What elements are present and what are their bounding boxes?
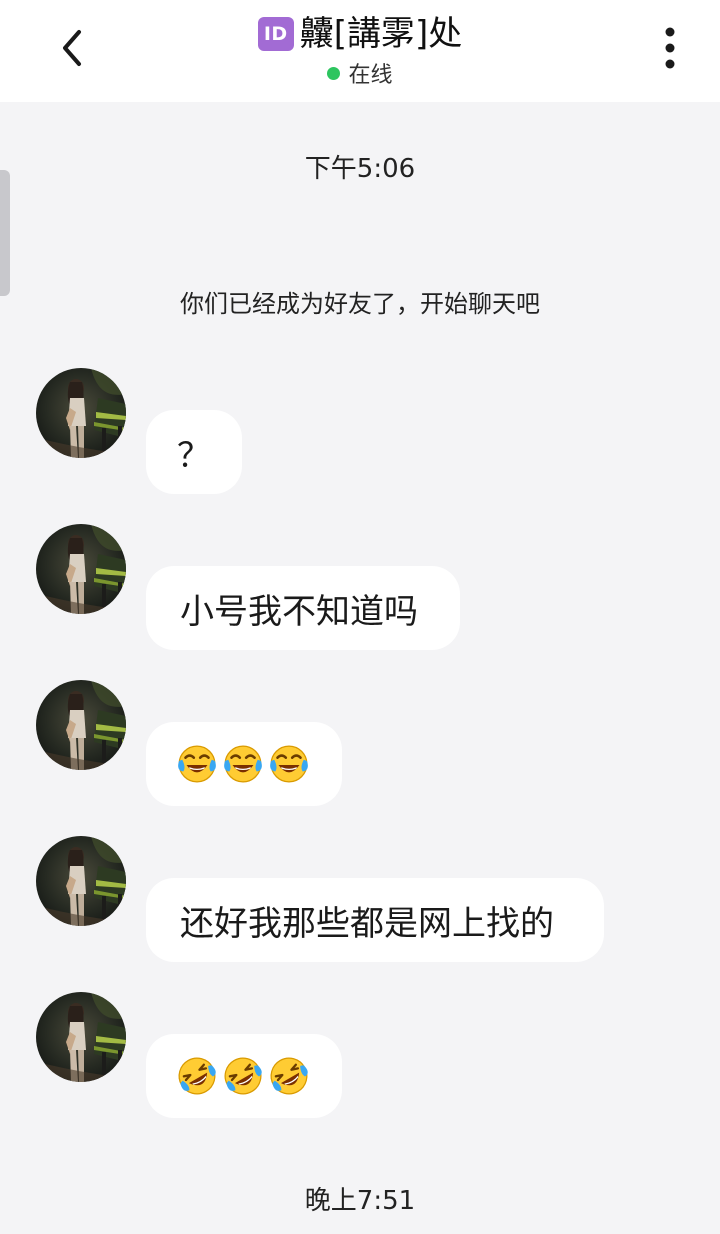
rolling-on-the-floor-laughing-icon (176, 1055, 218, 1097)
avatar-image (36, 680, 126, 770)
contact-avatar[interactable] (36, 836, 126, 926)
id-badge-icon: ID (257, 17, 294, 51)
chat-title-area[interactable]: ID 齉[講雺]处 在线 (140, 10, 580, 88)
rolling-on-the-floor-laughing-icon (268, 1055, 310, 1097)
online-status-dot-icon (327, 66, 341, 80)
face-with-tears-of-joy-icon (222, 743, 264, 785)
contact-name: 齉[講雺]处 (299, 14, 463, 54)
message-bubble[interactable] (146, 722, 342, 806)
message-bubble[interactable]: 还好我那些都是网上找的 (146, 878, 604, 962)
scroll-indicator[interactable] (0, 170, 10, 296)
back-button[interactable] (44, 18, 100, 78)
contact-avatar[interactable] (36, 992, 126, 1082)
system-message: 你们已经成为好友了，开始聊天吧 (180, 290, 540, 318)
face-with-tears-of-joy-icon (268, 743, 310, 785)
emoji-message (176, 1055, 310, 1097)
message-bubble[interactable] (146, 1034, 342, 1118)
message-bubble[interactable]: ？ (146, 410, 242, 494)
message-text: ？ (177, 435, 211, 476)
message-text: 还好我那些都是网上找的 (180, 903, 554, 944)
contact-avatar[interactable] (36, 524, 126, 614)
contact-avatar[interactable] (36, 680, 126, 770)
more-options-button[interactable] (644, 18, 696, 78)
chat-header: ID 齉[講雺]处 在线 (0, 0, 720, 102)
avatar-image (36, 524, 126, 614)
message-bubble[interactable]: 小号我不知道吗 (146, 566, 460, 650)
timestamp: 晚上7:51 (304, 1186, 416, 1216)
emoji-message (176, 743, 310, 785)
online-status-text: 在线 (348, 63, 393, 88)
chevron-left-icon (63, 30, 81, 66)
avatar-image (36, 992, 126, 1082)
avatar-image (36, 368, 126, 458)
message-text: 小号我不知道吗 (180, 591, 418, 632)
face-with-tears-of-joy-icon (176, 743, 218, 785)
more-vertical-icon (665, 27, 675, 69)
contact-avatar[interactable] (36, 368, 126, 458)
timestamp: 下午5:06 (304, 154, 416, 184)
avatar-image (36, 836, 126, 926)
rolling-on-the-floor-laughing-icon (222, 1055, 264, 1097)
